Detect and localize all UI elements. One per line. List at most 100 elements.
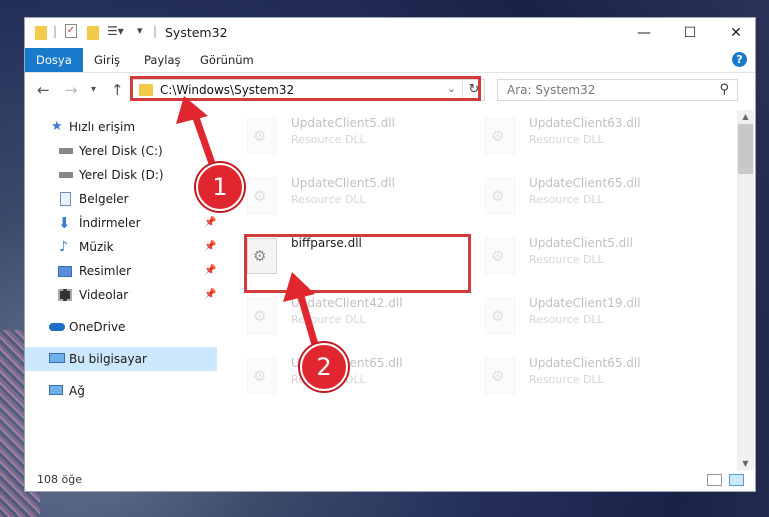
sidebar-item-label: Hızlı erişim [69,120,136,134]
gear-icon: ⚙ [491,127,505,145]
up-button[interactable]: ↑ [111,81,124,99]
computer-icon [49,353,65,363]
new-folder-icon[interactable] [87,26,99,40]
details-view-icon[interactable] [707,474,722,486]
help-icon[interactable]: ? [732,52,747,67]
file-item[interactable]: ⚙ UpdateClient65.dll Resource DLL [481,172,711,224]
folder-icon [35,26,47,40]
sidebar-item-music[interactable]: ♪ Müzik 📌 [25,235,217,259]
properties-icon[interactable]: ✓ [65,24,77,38]
file-name: UpdateClient19.dll [529,296,641,310]
file-item[interactable]: ⚙ UpdateClient5.dll Resource DLL [243,112,473,164]
tab-file[interactable]: Dosya [25,48,83,72]
sidebar-item-network[interactable]: Ağ [25,379,217,403]
scroll-up-icon[interactable]: ▲ [737,112,754,121]
sidebar-item-local-disk-d[interactable]: Yerel Disk (D:) [25,163,217,187]
separator: | [53,24,58,38]
title-bar: | ✓ ☰▾ ▾ | System32 — ☐ ✕ [25,18,755,48]
file-name: UpdateClient5.dll [291,116,395,130]
separator: | [153,24,158,38]
item-count: 108 öğe [37,473,82,486]
sidebar-item-this-pc[interactable]: Bu bilgisayar [25,347,217,371]
gear-icon: ⚙ [253,367,267,385]
file-type: Resource DLL [529,373,604,386]
file-type: Resource DLL [529,253,604,266]
pictures-icon [58,266,72,277]
recent-locations-button[interactable]: ▾ [91,84,96,95]
pin-icon[interactable]: 📌 [204,235,216,259]
gear-icon: ⚙ [491,187,505,205]
sidebar-item-pictures[interactable]: Resimler 📌 [25,259,217,283]
star-icon: ★ [51,119,63,134]
sidebar-item-documents[interactable]: Belgeler [25,187,217,211]
file-item[interactable]: ⚙ UpdateClient42.dll Resource DLL [243,292,473,344]
download-icon: ⬇ [58,214,71,232]
drive-icon [59,172,73,178]
search-icon[interactable]: ⚲ [719,82,729,97]
file-name: UpdateClient65.dll [529,356,641,370]
large-icons-view-icon[interactable] [729,474,744,486]
address-highlight-box [130,76,481,101]
sidebar-item-downloads[interactable]: ⬇ İndirmeler 📌 [25,211,217,235]
window-title: System32 [165,25,228,40]
file-item[interactable]: ⚙ UpdateClient65.dll Resource DLL [243,352,473,404]
file-explorer-window: | ✓ ☰▾ ▾ | System32 — ☐ ✕ Dosya Giriş Pa… [24,17,756,492]
sidebar-item-label: Resimler [79,264,132,278]
gear-icon: ⚙ [253,307,267,325]
gear-icon: ⚙ [253,187,267,205]
tab-view[interactable]: Görünüm [189,48,265,72]
file-type: Resource DLL [529,313,604,326]
sidebar-item-label: Yerel Disk (C:) [79,144,163,158]
file-type: Resource DLL [291,313,366,326]
sidebar-item-videos[interactable]: Videolar 📌 [25,283,217,307]
back-button[interactable]: ← [37,81,50,99]
scroll-thumb[interactable] [738,124,753,174]
pin-icon[interactable]: 📌 [204,283,216,307]
file-name: UpdateClient5.dll [529,236,633,250]
file-item[interactable]: ⚙ UpdateClient65.dll Resource DLL [481,352,711,404]
file-item[interactable]: ⚙ UpdateClient19.dll Resource DLL [481,292,711,344]
cloud-icon [49,323,65,331]
network-icon [49,385,63,395]
file-item[interactable]: ⚙ UpdateClient63.dll Resource DLL [481,112,711,164]
forward-button[interactable]: → [65,81,78,99]
file-item[interactable]: ⚙ UpdateClient5.dll Resource DLL [481,232,711,284]
drive-icon [59,148,73,154]
step-2-badge: 2 [300,343,348,391]
file-type: Resource DLL [291,133,366,146]
sidebar-item-label: OneDrive [69,320,126,334]
sidebar-item-label: Yerel Disk (D:) [79,168,164,182]
search-box[interactable]: Ara: System32 ⚲ [497,79,738,101]
navigation-pane: ★ Hızlı erişim Yerel Disk (C:) Yerel Dis… [25,113,217,453]
music-icon: ♪ [59,239,68,255]
file-type: Resource DLL [529,193,604,206]
chevron-down-icon[interactable]: ▾ [137,24,143,42]
gear-icon: ⚙ [491,307,505,325]
minimize-button[interactable]: — [621,18,667,48]
file-name: UpdateClient65.dll [529,176,641,190]
sidebar-item-label: İndirmeler [79,216,141,230]
videos-icon [58,289,72,301]
gear-icon: ⚙ [253,127,267,145]
maximize-button[interactable]: ☐ [667,18,713,48]
sidebar-item-quick-access[interactable]: ★ Hızlı erişim [25,115,217,139]
gear-icon: ⚙ [491,367,505,385]
search-input[interactable]: Ara: System32 [507,83,595,97]
file-item[interactable]: ⚙ UpdateClient5.dll Resource DLL [243,172,473,224]
documents-icon [60,192,71,206]
file-type: Resource DLL [291,193,366,206]
vertical-scrollbar[interactable]: ▲ ▼ [737,110,754,470]
sidebar-item-onedrive[interactable]: OneDrive [25,315,217,339]
tab-home[interactable]: Giriş [83,48,131,72]
file-name: UpdateClient42.dll [291,296,403,310]
pin-icon[interactable]: 📌 [204,259,216,283]
navigation-bar: ← → ▾ ↑ C:\Windows\System32 ⌄ ↻ Ara: Sys… [25,73,755,108]
customize-toolbar-icon[interactable]: ☰▾ [107,24,124,42]
tab-share[interactable]: Paylaş [133,48,192,72]
ribbon-tabs: Dosya Giriş Paylaş Görünüm ? [25,48,755,73]
file-name: UpdateClient5.dll [291,176,395,190]
close-button[interactable]: ✕ [713,18,759,48]
sidebar-item-local-disk-c[interactable]: Yerel Disk (C:) [25,139,217,163]
pin-icon[interactable]: 📌 [204,211,216,235]
sidebar-item-label: Videolar [79,288,129,302]
